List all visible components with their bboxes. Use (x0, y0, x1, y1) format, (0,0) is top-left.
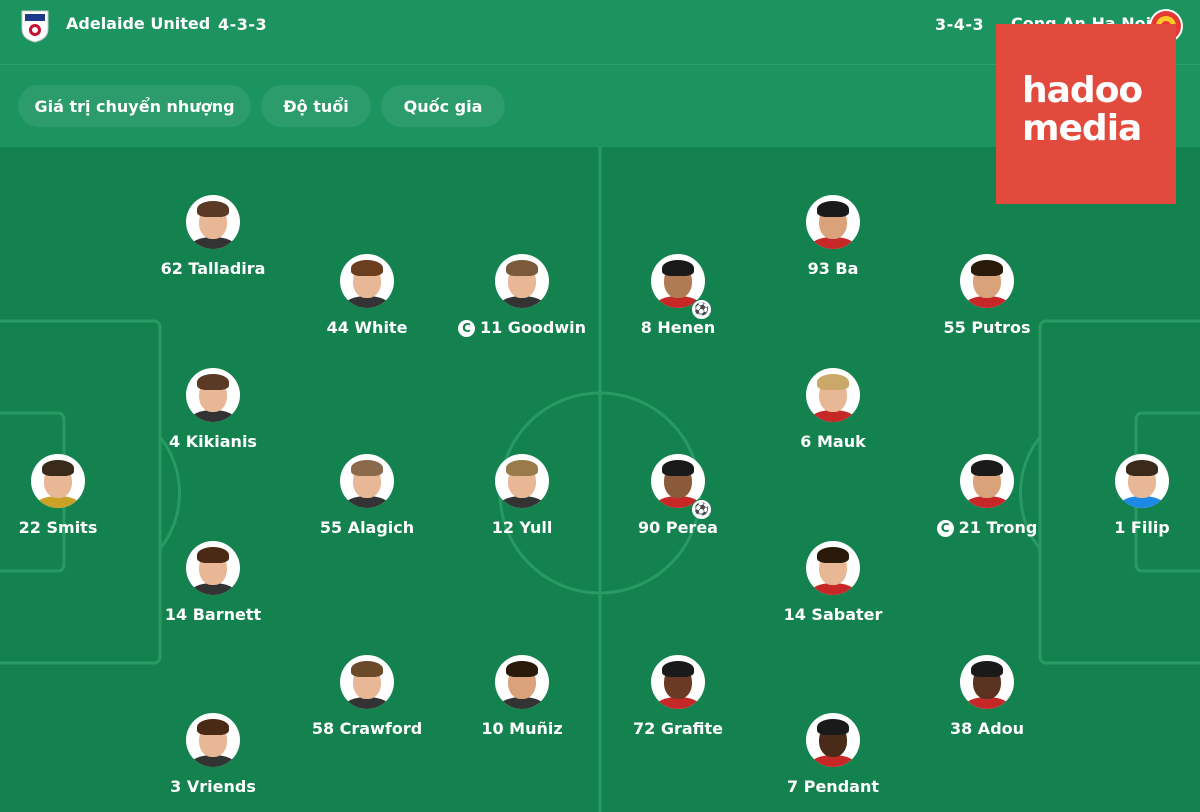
watermark-line-1: hadoo (1022, 70, 1143, 111)
filter-nationality-button[interactable]: Quốc gia (381, 85, 505, 127)
player-label: 55 Putros (943, 318, 1031, 337)
player-label: 12 Yull (491, 518, 553, 537)
player-label: 10 Muñiz (481, 719, 563, 738)
player-photo (960, 454, 1014, 508)
player-photo (340, 254, 394, 308)
hadoo-media-watermark: hadoo media (996, 24, 1176, 204)
player-photo (806, 713, 860, 767)
goal-ball-icon: ⚽ (691, 499, 712, 520)
player-photo (1115, 454, 1169, 508)
player-label: 11 Goodwin (479, 318, 587, 337)
player-photo (495, 254, 549, 308)
player-filip[interactable]: 1 Filip (1062, 454, 1200, 537)
player-photo (495, 454, 549, 508)
player-photo (340, 454, 394, 508)
player-photo (495, 655, 549, 709)
player-muniz[interactable]: 10 Muñiz (442, 655, 602, 738)
player-photo (186, 541, 240, 595)
away-formation: 3-4-3 (935, 15, 985, 34)
player-photo (960, 254, 1014, 308)
player-photo (806, 195, 860, 249)
player-photo (186, 368, 240, 422)
pitch: 62 Talladira 44 White C 11 Goodwin 4 Kiki… (0, 147, 1200, 812)
player-alagich[interactable]: 55 Alagich (287, 454, 447, 537)
player-label-row: C 11 Goodwin (442, 318, 602, 337)
home-formation: 4-3-3 (218, 15, 268, 34)
player-adou[interactable]: 38 Adou (907, 655, 1067, 738)
player-label: 62 Talladira (160, 259, 266, 278)
filter-transfer-value-button[interactable]: Giá trị chuyển nhượng (18, 85, 251, 127)
player-barnett[interactable]: 14 Barnett (133, 541, 293, 624)
player-label: 21 Trong (958, 518, 1038, 537)
player-label: 44 White (326, 318, 408, 337)
player-label: 58 Crawford (311, 719, 423, 738)
player-white[interactable]: 44 White (287, 254, 447, 337)
player-photo (31, 454, 85, 508)
player-goodwin[interactable]: C 11 Goodwin (442, 254, 602, 337)
player-vriends[interactable]: 3 Vriends (133, 713, 293, 796)
player-sabater[interactable]: 14 Sabater (753, 541, 913, 624)
player-label: 38 Adou (949, 719, 1025, 738)
player-label: 6 Mauk (800, 432, 866, 451)
player-label: 3 Vriends (170, 777, 256, 796)
player-label: 93 Ba (807, 259, 859, 278)
adelaide-united-crest-icon[interactable] (20, 9, 50, 43)
player-label: 14 Sabater (783, 605, 883, 624)
player-photo (186, 713, 240, 767)
player-photo (340, 655, 394, 709)
player-label: 8 Henen (640, 318, 716, 337)
player-label: 22 Smits (18, 518, 98, 537)
player-photo (806, 541, 860, 595)
player-label-row: C 21 Trong (907, 518, 1067, 537)
player-mauk[interactable]: 6 Mauk (753, 368, 913, 451)
player-ba[interactable]: 93 Ba (753, 195, 913, 278)
player-label: 1 Filip (1114, 518, 1170, 537)
player-kikianis[interactable]: 4 Kikianis (133, 368, 293, 451)
player-photo (806, 368, 860, 422)
player-putros[interactable]: 55 Putros (907, 254, 1067, 337)
player-smits[interactable]: 22 Smits (0, 454, 138, 537)
player-yull[interactable]: 12 Yull (442, 454, 602, 537)
player-label: 7 Pendant (787, 777, 879, 796)
watermark-line-2: media (1022, 108, 1142, 149)
goal-ball-icon: ⚽ (691, 299, 712, 320)
filter-age-button[interactable]: Độ tuổi (261, 85, 371, 127)
player-crawford[interactable]: 58 Crawford (287, 655, 447, 738)
player-photo (960, 655, 1014, 709)
player-talladira[interactable]: 62 Talladira (133, 195, 293, 278)
player-grafite[interactable]: 72 Grafite (598, 655, 758, 738)
player-label: 4 Kikianis (169, 432, 257, 451)
captain-icon: C (457, 320, 475, 337)
player-trong[interactable]: C 21 Trong (907, 454, 1067, 537)
player-perea[interactable]: ⚽ 90 Perea (598, 454, 758, 537)
player-label: 55 Alagich (319, 518, 415, 537)
player-henen[interactable]: ⚽ 8 Henen (598, 254, 758, 337)
home-team-name[interactable]: Adelaide United (66, 14, 210, 33)
captain-icon: C (936, 520, 954, 537)
player-pendant[interactable]: 7 Pendant (753, 713, 913, 796)
player-label: 14 Barnett (164, 605, 262, 624)
player-photo (651, 655, 705, 709)
player-label: 90 Perea (638, 518, 718, 537)
player-photo (186, 195, 240, 249)
player-label: 72 Grafite (632, 719, 723, 738)
